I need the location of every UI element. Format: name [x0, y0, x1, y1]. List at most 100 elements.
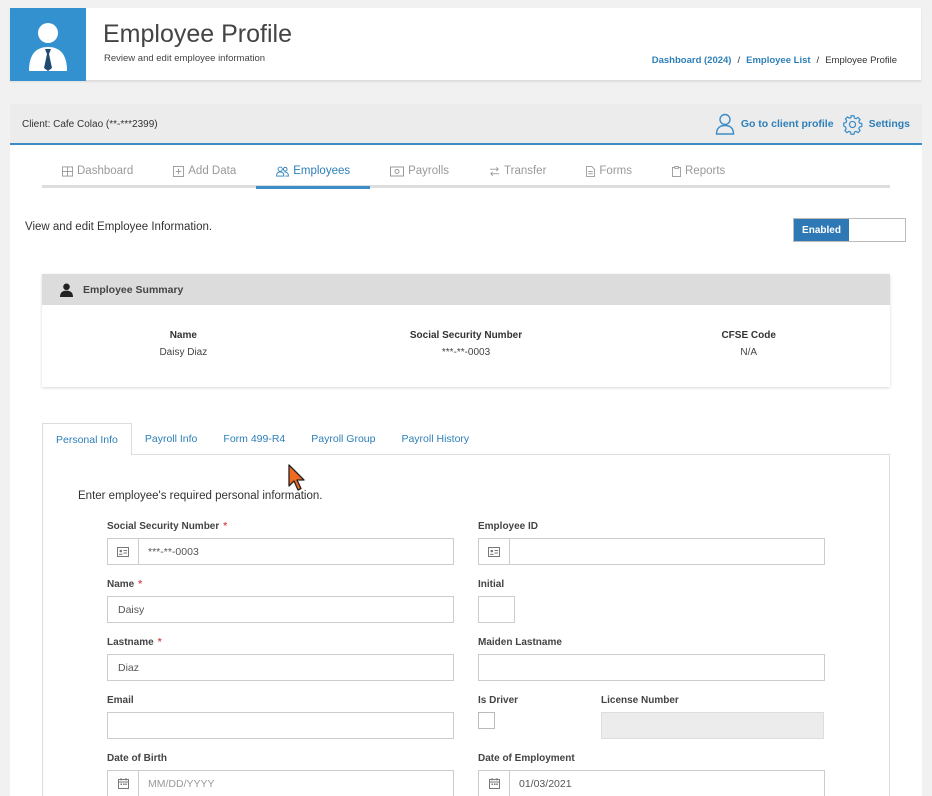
go-to-client-profile-label: Go to client profile [740, 118, 834, 130]
tab-payrolls[interactable]: Payrolls [370, 156, 469, 186]
page-title: Employee Profile [103, 20, 292, 48]
license-number-label: License Number [601, 695, 679, 706]
breadcrumb-dashboard-link[interactable]: Dashboard (2024) [652, 55, 732, 66]
enabled-toggle[interactable]: Enabled [793, 218, 906, 242]
employee-summary-header: Employee Summary [42, 274, 890, 305]
employee-avatar [10, 8, 86, 81]
main-panel: Client: Cafe Colao (**-***2399) Go to cl… [10, 104, 922, 796]
date-of-employment-value: 01/03/2021 [519, 777, 572, 790]
user-outline-icon [715, 113, 735, 135]
tab-transfer[interactable]: Transfer [469, 156, 566, 186]
ssn-label-text: Social Security Number [107, 521, 220, 532]
employee-summary-title: Employee Summary [83, 283, 184, 296]
table-icon [62, 165, 73, 177]
name-label-text: Name [107, 579, 135, 590]
is-driver-label: Is Driver [478, 695, 519, 706]
name-input-value: Daisy [118, 603, 145, 616]
maiden-lastname-input[interactable] [478, 654, 825, 681]
calendar-icon [108, 771, 139, 796]
employee-id-input[interactable] [478, 538, 825, 565]
ssn-input-value: ***-**-0003 [148, 545, 199, 558]
users-icon [276, 166, 290, 177]
summary-ssn-label: Social Security Number [409, 330, 523, 341]
breadcrumb-current: Employee Profile [825, 55, 897, 66]
tab-add-data[interactable]: Add Data [153, 156, 256, 186]
ssn-field-label: Social Security Number * [107, 521, 227, 532]
date-of-birth-placeholder: MM/DD/YYYY [148, 777, 215, 790]
date-of-employment-input[interactable]: 01/03/2021 [478, 770, 825, 796]
employee-id-label: Employee ID [478, 521, 539, 532]
breadcrumb-separator: / [816, 55, 820, 66]
tab-employees[interactable]: Employees [256, 156, 371, 189]
file-icon [586, 165, 596, 177]
lastname-label-text: Lastname [107, 637, 154, 648]
tab-add-data-label: Add Data [188, 165, 237, 177]
breadcrumb: Dashboard (2024) / Employee List / Emplo… [652, 55, 897, 66]
clipboard-icon [672, 165, 681, 177]
tab-payroll-group[interactable]: Payroll Group [298, 423, 388, 455]
summary-name-value: Daisy Diaz [159, 347, 208, 358]
money-icon [390, 166, 405, 176]
summary-cfse-value: N/A [740, 347, 758, 358]
exchange-icon [489, 166, 500, 176]
client-label: Client: Cafe Colao (**-***2399) [22, 119, 158, 130]
tab-payrolls-label: Payrolls [408, 165, 450, 177]
required-marker: * [157, 637, 162, 648]
email-input[interactable] [107, 712, 454, 739]
tab-personal-info[interactable]: Personal Info [42, 423, 132, 456]
email-label: Email [107, 695, 134, 706]
mouse-cursor-icon [288, 464, 305, 491]
tab-dashboard-label: Dashboard [77, 165, 134, 177]
client-bar: Client: Cafe Colao (**-***2399) Go to cl… [10, 104, 922, 145]
required-marker: * [138, 579, 143, 590]
summary-cfse: CFSE Code N/A [607, 330, 890, 358]
breadcrumb-separator: / [737, 55, 741, 66]
plus-square-icon [173, 165, 185, 177]
initial-input[interactable] [478, 596, 515, 623]
lastname-input-value: Diaz [118, 661, 140, 674]
summary-cfse-label: CFSE Code [721, 330, 776, 341]
main-nav-tabs: Dashboard Add Data Employees Payrolls Tr… [42, 156, 890, 189]
ssn-input[interactable]: ***-**-0003 [107, 538, 454, 565]
form-tab-body [42, 455, 890, 796]
person-tie-icon [29, 22, 67, 71]
tab-forms-label: Forms [599, 165, 632, 177]
license-number-input[interactable] [601, 712, 824, 739]
id-card-icon [479, 539, 510, 564]
tab-payroll-info[interactable]: Payroll Info [132, 423, 211, 455]
date-of-birth-label: Date of Birth [107, 753, 167, 764]
summary-ssn-value: ***-**-0003 [441, 347, 491, 358]
summary-name-label: Name [169, 330, 197, 341]
employee-summary-columns: Name Daisy Diaz Social Security Number *… [42, 305, 890, 358]
summary-ssn: Social Security Number ***-**-0003 [325, 330, 608, 358]
settings-label: Settings [868, 118, 910, 130]
page-subtitle: Review and edit employee information [104, 53, 266, 64]
is-driver-checkbox[interactable] [478, 712, 495, 729]
tab-dashboard[interactable]: Dashboard [42, 156, 153, 186]
required-marker: * [223, 521, 228, 532]
employee-summary-card: Employee Summary Name Daisy Diaz Social … [42, 274, 890, 387]
tab-form-499-r4[interactable]: Form 499-R4 [210, 423, 298, 455]
lastname-input[interactable]: Diaz [107, 654, 454, 681]
tab-forms[interactable]: Forms [566, 156, 652, 186]
lastname-field-label: Lastname * [107, 637, 162, 648]
tab-transfer-label: Transfer [504, 165, 547, 177]
date-of-birth-input[interactable]: MM/DD/YYYY [107, 770, 454, 796]
date-of-employment-label: Date of Employment [478, 753, 575, 764]
enabled-toggle-label: Enabled [794, 219, 849, 241]
id-card-icon [108, 539, 139, 564]
initial-label: Initial [478, 579, 505, 590]
form-tabs: Personal Info Payroll Info Form 499-R4 P… [42, 423, 890, 456]
summary-name: Name Daisy Diaz [42, 330, 325, 358]
name-input[interactable]: Daisy [107, 596, 454, 623]
go-to-client-profile-link[interactable]: Go to client profile [715, 113, 834, 135]
tab-reports-label: Reports [685, 165, 726, 177]
tab-reports[interactable]: Reports [652, 156, 745, 186]
name-field-label: Name * [107, 579, 142, 590]
maiden-lastname-label: Maiden Lastname [478, 637, 562, 648]
intro-text: View and edit Employee Information. [25, 221, 213, 233]
calendar-icon [479, 771, 510, 796]
breadcrumb-employee-list-link[interactable]: Employee List [746, 55, 810, 66]
settings-link[interactable]: Settings [842, 114, 910, 135]
tab-payroll-history[interactable]: Payroll History [388, 423, 482, 455]
